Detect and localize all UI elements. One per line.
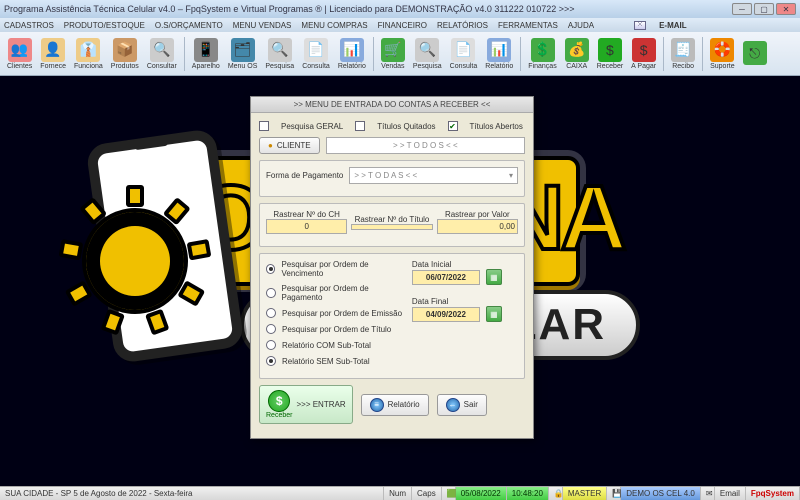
toolbar-relatório[interactable]: 📊Relatório [335,37,369,71]
label-forma-pagamento: Forma de Pagamento [266,171,343,180]
report-icon: ≡ [370,398,384,412]
menu-email[interactable]: E-MAIL [659,21,687,30]
label-data-inicial: Data Inicial [412,260,518,269]
status-time: 10:48:20 [507,487,549,500]
toolbar-caixa[interactable]: 💰CAIXA [562,37,592,71]
lock-icon: 🔒 [549,487,563,500]
window-title: Programa Assistência Técnica Celular v4.… [4,4,575,14]
toolbar-pesquisa[interactable]: 🔍Pesquisa [262,37,297,71]
menu-ferramentas[interactable]: FERRAMENTAS [498,21,558,30]
label-rastrear-valor: Rastrear por Valor [437,210,518,219]
menu-os[interactable]: O.S/ORÇAMENTO [155,21,223,30]
menu-financeiro[interactable]: FINANCEIRO [378,21,427,30]
toolbar-consulta[interactable]: 📄Consulta [447,37,481,71]
minimize-button[interactable]: ─ [732,3,752,15]
calendar-final-button[interactable]: ▦ [486,306,502,322]
toolbar-pesquisa[interactable]: 🔍Pesquisa [410,37,445,71]
label-data-final: Data Final [412,297,518,306]
cliente-field[interactable]: > > T O D O S < < [326,137,525,154]
content-area: O NA LAR >> MENU DE ENTRADA DO CONTAS A … [0,76,800,486]
toolbar-a pagar[interactable]: $A Pagar [628,37,659,71]
label-radio-1: Pesquisar por Ordem de Pagamento [282,284,404,302]
radio-ordem-titulo[interactable] [266,324,276,334]
calendar-inicial-button[interactable]: ▦ [486,269,502,285]
input-data-inicial[interactable]: 06/07/2022 [412,270,480,285]
label-radio-3: Pesquisar por Ordem de Título [282,325,391,334]
checkbox-pesquisa-geral[interactable] [259,121,269,131]
forma-pagamento-select[interactable]: > > T O D A S < <▾ [349,167,518,184]
menu-bar: CADASTROS PRODUTO/ESTOQUE O.S/ORÇAMENTO … [0,18,800,32]
exit-icon: ← [446,398,460,412]
checkbox-titulos-quitados[interactable] [355,121,365,131]
radio-ordem-pagamento[interactable] [266,288,276,298]
mail-icon [634,21,646,30]
toolbar-aparelho[interactable]: 📱Aparelho [189,37,223,71]
toolbar-consulta[interactable]: 📄Consulta [299,37,333,71]
toolbar-produtos[interactable]: 📦Produtos [108,37,142,71]
sair-button[interactable]: ←Sair [437,394,487,416]
dialog-title: >> MENU DE ENTRADA DO CONTAS A RECEBER <… [251,97,533,113]
input-rastrear-valor[interactable]: 0,00 [437,219,518,234]
label-rastrear-ch: Rastrear Nº do CH [266,210,347,219]
label-radio-0: Pesquisar por Ordem de Vencimento [281,260,403,278]
label-rastrear-titulo: Rastrear Nº do Título [351,215,432,224]
menu-ajuda[interactable]: AJUDA [568,21,594,30]
label-receber: Receber [266,412,292,419]
toolbar-receber[interactable]: $Receber [594,37,626,71]
toolbar-recibo[interactable]: 🧾Recibo [668,37,698,71]
relatorio-button[interactable]: ≡Relatório [361,394,429,416]
toolbar-finanças[interactable]: 💲Finanças [525,37,559,71]
disk-icon: 💾 [607,487,621,500]
input-data-final[interactable]: 04/09/2022 [412,307,480,322]
label-titulos-quitados: Títulos Quitados [377,122,435,131]
main-toolbar: 👥Clientes👤Fornece👔Funciona📦Produtos🔍Cons… [0,32,800,76]
radio-ordem-vencimento[interactable] [266,264,275,274]
menu-produto[interactable]: PRODUTO/ESTOQUE [64,21,145,30]
menu-relatorios[interactable]: RELATÓRIOS [437,21,488,30]
status-brand: FpqSystem [746,487,800,500]
radio-sem-subtotal[interactable] [266,356,276,366]
label-radio-5: Relatório SEM Sub-Total [282,357,370,366]
money-icon: $ [268,390,290,412]
input-rastrear-ch[interactable]: 0 [266,219,347,234]
window-titlebar: Programa Assistência Técnica Celular v4.… [0,0,800,18]
label-radio-4: Relatório COM Sub-Total [282,341,371,350]
label-pesquisa-geral: Pesquisa GERAL [281,122,343,131]
input-rastrear-titulo[interactable] [351,224,432,230]
status-bar: SUA CIDADE - SP 5 de Agosto de 2022 - Se… [0,486,800,500]
toolbar-relatório[interactable]: 📊Relatório [482,37,516,71]
menu-compras[interactable]: MENU COMPRAS [301,21,367,30]
maximize-button[interactable]: ▢ [754,3,774,15]
status-date: 05/08/2022 [456,487,507,500]
toolbar-funciona[interactable]: 👔Funciona [71,37,106,71]
contas-receber-dialog: >> MENU DE ENTRADA DO CONTAS A RECEBER <… [250,96,534,439]
status-location: SUA CIDADE - SP 5 de Agosto de 2022 - Se… [0,487,384,500]
radio-com-subtotal[interactable] [266,340,276,350]
toolbar-vendas[interactable]: 🛒Vendas [378,37,408,71]
flag-icon: 🟩 [442,487,456,500]
toolbar-clientes[interactable]: 👥Clientes [4,37,35,71]
toolbar-suporte[interactable]: 🛟Suporte [707,37,738,71]
label-titulos-abertos: Títulos Abertos [470,122,523,131]
status-demo: DEMO OS CEL 4.0 [621,487,701,500]
toolbar-exit[interactable]: ⎋ [740,40,770,67]
radio-ordem-emissao[interactable] [266,308,276,318]
mail-status-icon: ✉ [701,487,715,500]
status-master: MASTER [563,487,607,500]
status-num: Num [384,487,412,500]
menu-cadastros[interactable]: CADASTROS [4,21,54,30]
checkbox-titulos-abertos[interactable]: ✔ [448,121,458,131]
entrar-button[interactable]: $Receber >>> ENTRAR [259,385,353,424]
close-button[interactable]: ✕ [776,3,796,15]
toolbar-consultar[interactable]: 🔍Consultar [144,37,180,71]
toolbar-fornece[interactable]: 👤Fornece [37,37,69,71]
label-radio-2: Pesquisar por Ordem de Emissão [282,309,402,318]
cliente-button[interactable]: ●CLIENTE [259,137,320,154]
menu-vendas[interactable]: MENU VENDAS [233,21,292,30]
toolbar-menu os[interactable]: 🗂Menu OS [225,37,261,71]
status-caps: Caps [412,487,442,500]
status-email[interactable]: Email [715,487,746,500]
